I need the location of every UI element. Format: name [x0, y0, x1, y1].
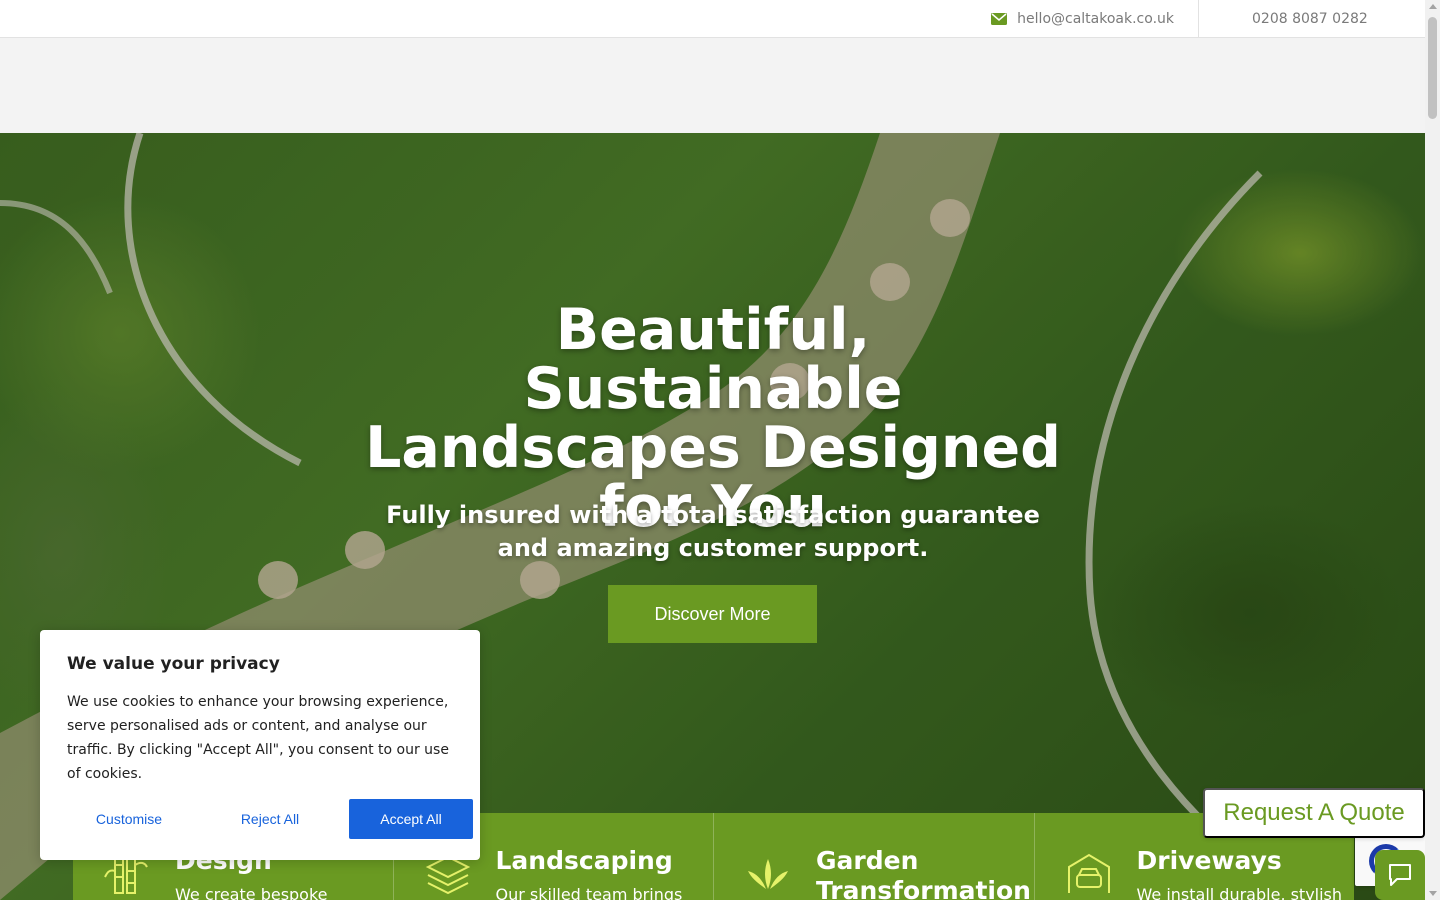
cookie-actions: Customise Reject All Accept All [67, 799, 473, 839]
header-nav-area [0, 38, 1425, 133]
discover-more-button[interactable]: Discover More [608, 585, 817, 643]
envelope-icon [991, 12, 1008, 25]
service-description: Our skilled team brings [495, 885, 683, 900]
service-garden-transformation[interactable]: Garden Transformation [714, 813, 1035, 900]
chat-button[interactable] [1375, 850, 1425, 900]
service-description: We create bespoke [175, 885, 328, 900]
plant-sprout-icon [748, 859, 788, 889]
accept-all-button[interactable]: Accept All [349, 799, 473, 839]
cookie-title: We value your privacy [67, 654, 280, 674]
email-link[interactable]: hello@caltakoak.co.uk [1017, 11, 1174, 27]
reject-all-button[interactable]: Reject All [208, 799, 332, 839]
service-title: Landscaping [495, 846, 673, 875]
page-scrollbar[interactable] [1425, 0, 1440, 900]
scroll-thumb[interactable] [1428, 17, 1437, 119]
service-description: We install durable, stylish [1136, 885, 1343, 900]
scroll-up-arrow-icon[interactable] [1429, 4, 1437, 9]
car-garage-icon [1067, 853, 1110, 893]
phone-link[interactable]: 0208 8087 0282 [1252, 0, 1368, 37]
topbar-divider [1198, 0, 1199, 37]
scroll-down-arrow-icon[interactable] [1429, 891, 1437, 896]
service-title: Garden Transformation [816, 846, 1031, 900]
email-contact[interactable]: hello@caltakoak.co.uk [991, 0, 1174, 37]
customise-button[interactable]: Customise [67, 799, 191, 839]
cookie-consent-banner: We value your privacy We use cookies to … [40, 630, 480, 860]
request-quote-button[interactable]: Request A Quote [1203, 788, 1425, 838]
cookie-body: We use cookies to enhance your browsing … [67, 694, 449, 782]
top-contact-bar: hello@caltakoak.co.uk 0208 8087 0282 [0, 0, 1425, 38]
service-title: Driveways [1136, 846, 1282, 875]
chat-bubble-icon [1389, 864, 1411, 886]
hero-subtitle: Fully insured with a total satisfaction … [386, 501, 1040, 562]
